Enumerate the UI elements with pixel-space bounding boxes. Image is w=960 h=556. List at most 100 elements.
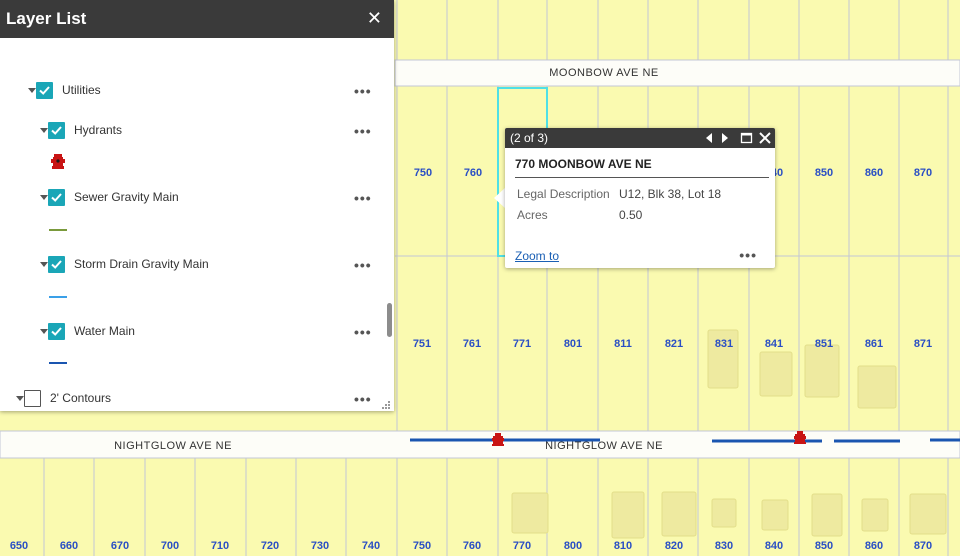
parcel-number-label: 810 — [614, 540, 632, 552]
panel-scrollbar[interactable] — [387, 303, 392, 337]
popup-pointer — [494, 188, 505, 208]
parcel-number-label: 760 — [464, 167, 482, 179]
storm-drain-line-legend-icon — [49, 296, 67, 298]
building-footprint — [857, 365, 897, 409]
parcel-number-label: 800 — [564, 540, 582, 552]
visibility-checkbox[interactable] — [48, 122, 65, 139]
popup-feature-count: (2 of 3) — [510, 131, 549, 145]
expand-caret-icon[interactable] — [40, 262, 48, 267]
parcel-number-label: 720 — [261, 540, 279, 552]
layer-options-icon[interactable]: ••• — [354, 258, 372, 272]
feature-popup: (2 of 3) 770 MOONBOW AVE NE Legal Descri… — [505, 128, 775, 268]
visibility-checkbox[interactable] — [24, 390, 41, 407]
visibility-checkbox[interactable] — [48, 189, 65, 206]
parcel-number-label: 850 — [815, 167, 833, 179]
parcel-number-label: 740 — [362, 540, 380, 552]
layer-label: Utilities — [62, 83, 101, 97]
parcel-number-label: 811 — [614, 338, 632, 350]
parcel-number-label: 801 — [564, 338, 582, 350]
parcel-number-label: 831 — [715, 338, 733, 350]
layer-label: Sewer Gravity Main — [74, 190, 179, 204]
layer-options-icon[interactable]: ••• — [354, 191, 372, 205]
layer-item-contours[interactable]: 2' Contours ••• — [0, 390, 394, 412]
next-feature-icon[interactable] — [717, 128, 733, 148]
parcel-number-label: 771 — [513, 338, 531, 350]
layer-options-icon[interactable]: ••• — [354, 84, 372, 98]
parcel-number-label: 860 — [865, 167, 883, 179]
layer-item-sewer-gravity-main[interactable]: Sewer Gravity Main ••• — [0, 189, 394, 211]
hydrant-base — [794, 442, 806, 444]
layer-item-utilities[interactable]: Utilities ••• — [0, 82, 394, 104]
parcel-number-label: 750 — [414, 167, 432, 179]
layer-list-title: Layer List — [6, 9, 87, 28]
street-label-nightglow-east: NIGHTGLOW AVE NE — [545, 440, 663, 452]
parcel-number-label: 650 — [10, 540, 28, 552]
sewer-line-legend-icon — [49, 229, 67, 231]
visibility-checkbox[interactable] — [36, 82, 53, 99]
parcel-number-label: 700 — [161, 540, 179, 552]
layer-list-header: Layer List ✕ — [0, 0, 394, 38]
parcel-number-label: 841 — [765, 338, 783, 350]
street-label-moonbow: MOONBOW AVE NE — [549, 67, 658, 79]
resize-grip-icon[interactable] — [381, 400, 391, 410]
parcel-number-label: 870 — [914, 540, 932, 552]
parcel-number-label: 851 — [815, 338, 833, 350]
parcel-number-label: 751 — [413, 338, 431, 350]
parcel-number-label: 820 — [665, 540, 683, 552]
popup-options-icon[interactable]: ••• — [739, 248, 757, 262]
parcel-number-label: 770 — [513, 540, 531, 552]
building-footprint — [661, 491, 697, 537]
parcel-number-label: 840 — [765, 540, 783, 552]
layer-options-icon[interactable]: ••• — [354, 124, 372, 138]
expand-caret-icon[interactable] — [40, 128, 48, 133]
layer-label: Water Main — [74, 324, 135, 338]
parcel-number-label: 830 — [715, 540, 733, 552]
building-footprint — [511, 492, 549, 534]
layer-label: Hydrants — [74, 123, 123, 137]
parcel-number-label: 761 — [463, 338, 481, 350]
expand-caret-icon[interactable] — [28, 88, 36, 93]
layer-options-icon[interactable]: ••• — [354, 325, 372, 339]
layer-item-storm-drain-gravity-main[interactable]: Storm Drain Gravity Main ••• — [0, 256, 394, 278]
building-footprint — [861, 498, 889, 532]
attribute-name: Legal Description — [517, 187, 610, 201]
hydrant-nozzle — [492, 438, 504, 441]
building-footprint — [711, 498, 737, 528]
expand-caret-icon[interactable] — [16, 396, 24, 401]
layer-label: 2' Contours — [50, 391, 111, 405]
parcel-number-label: 871 — [914, 338, 932, 350]
parcel-number-label: 760 — [463, 540, 481, 552]
parcel-number-label: 821 — [665, 338, 683, 350]
parcel-number-label: 670 — [111, 540, 129, 552]
close-icon[interactable] — [757, 128, 773, 148]
attribute-value: 0.50 — [619, 208, 643, 222]
parcel-number-label: 861 — [865, 338, 883, 350]
visibility-checkbox[interactable] — [48, 323, 65, 340]
layer-item-hydrants[interactable]: Hydrants ••• — [0, 122, 394, 144]
popup-title: 770 MOONBOW AVE NE — [515, 157, 652, 171]
parcel-number-label: 730 — [311, 540, 329, 552]
hydrant-base — [492, 444, 504, 446]
maximize-icon[interactable] — [739, 128, 755, 148]
parcel-number-label: 710 — [211, 540, 229, 552]
zoom-to-link[interactable]: Zoom to — [515, 249, 559, 263]
water-main-line-legend-icon — [49, 362, 67, 364]
parcel-number-label: 870 — [914, 167, 932, 179]
hydrant-nozzle — [794, 436, 806, 439]
layer-options-icon[interactable]: ••• — [354, 392, 372, 406]
building-footprint — [909, 493, 947, 535]
parcel-number-label: 750 — [413, 540, 431, 552]
building-footprint — [761, 499, 789, 531]
expand-caret-icon[interactable] — [40, 329, 48, 334]
building-footprint — [804, 344, 840, 398]
close-icon[interactable]: ✕ — [367, 8, 382, 28]
attribute-value: U12, Blk 38, Lot 18 — [619, 187, 722, 201]
visibility-checkbox[interactable] — [48, 256, 65, 273]
previous-feature-icon[interactable] — [701, 128, 717, 148]
building-footprint — [759, 351, 793, 397]
building-footprint — [811, 493, 843, 537]
expand-caret-icon[interactable] — [40, 195, 48, 200]
layer-item-water-main[interactable]: Water Main ••• — [0, 323, 394, 345]
road-moonbow — [394, 59, 960, 87]
building-footprint — [611, 491, 645, 539]
